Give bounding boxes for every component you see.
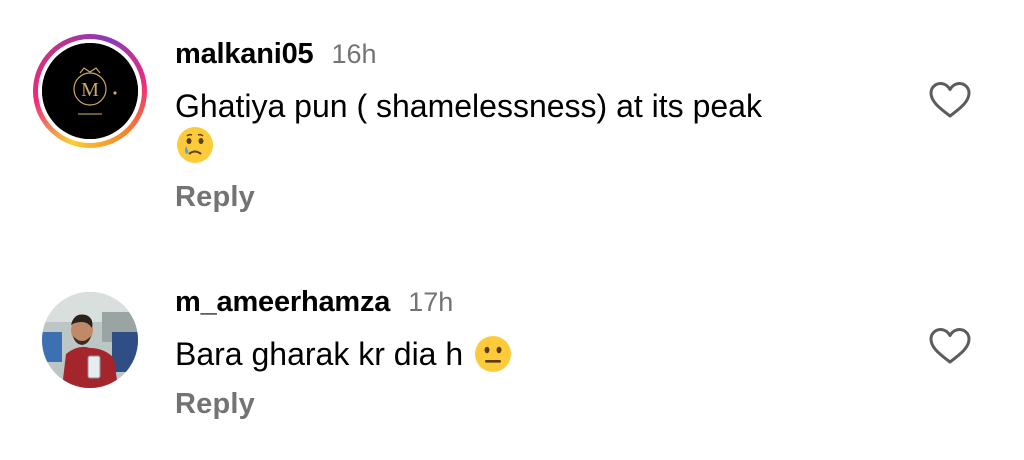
reply-button[interactable]: Reply <box>175 181 884 214</box>
timestamp: 17h <box>408 287 454 317</box>
neutral-face-icon <box>475 336 512 372</box>
comment-text-content: Bara gharak kr dia h <box>175 336 464 372</box>
avatar[interactable]: M <box>33 34 147 148</box>
logo-avatar-image: M <box>42 43 138 139</box>
reply-button[interactable]: Reply <box>175 388 884 421</box>
timestamp: 16h <box>331 39 377 69</box>
comment-text: Ghatiya pun ( shamelessness) at its peak <box>175 88 762 124</box>
username[interactable]: m_ameerhamza <box>175 286 390 319</box>
comment-header: m_ameerhamza 17h <box>175 286 884 322</box>
user-photo-image <box>42 292 138 388</box>
username[interactable]: malkani05 <box>175 38 314 71</box>
monogram-logo-icon: M <box>42 43 138 139</box>
comment-content: malkani05 16h Ghatiya pun ( shamelessnes… <box>175 38 884 214</box>
story-ring: M <box>33 34 147 148</box>
svg-text:M: M <box>81 79 99 101</box>
crying-face-emoji <box>175 124 884 165</box>
comment-content: m_ameerhamza 17h Bara gharak kr dia h Re… <box>175 286 884 421</box>
comment-text: Bara gharak kr dia h <box>175 332 884 376</box>
avatar[interactable] <box>42 292 138 388</box>
like-heart-icon[interactable] <box>928 326 972 366</box>
crying-face-icon <box>177 127 213 164</box>
like-heart-icon[interactable] <box>928 80 972 120</box>
comment-header: malkani05 16h <box>175 38 884 74</box>
